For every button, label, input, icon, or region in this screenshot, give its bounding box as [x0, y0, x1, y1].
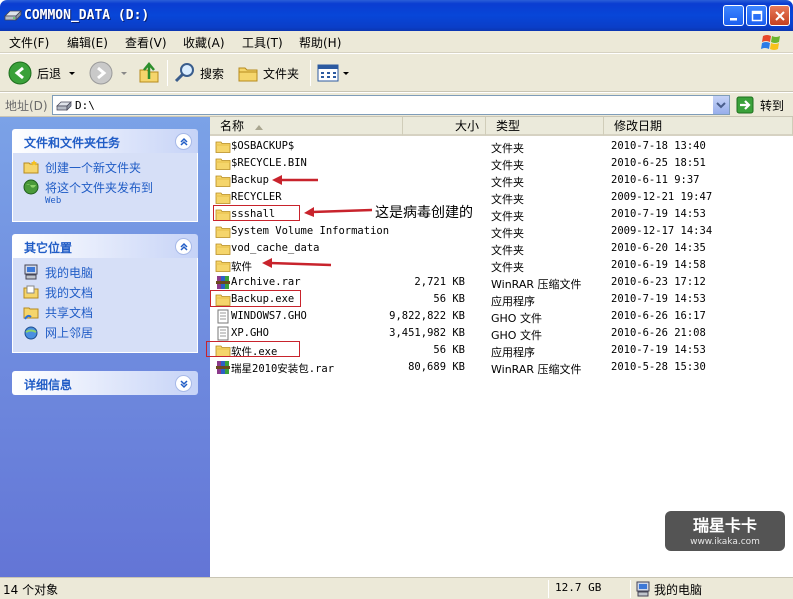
- drive-icon: [56, 101, 72, 111]
- status-size: 12.7 GB: [555, 581, 602, 594]
- maximize-button[interactable]: [746, 5, 767, 26]
- my-documents-link[interactable]: 我的文档: [23, 284, 187, 304]
- svg-text:瑞星卡卡: 瑞星卡卡: [693, 516, 757, 535]
- address-bar: 地址(D) D:\ 转到: [0, 93, 793, 117]
- address-input[interactable]: D:\: [52, 95, 730, 115]
- status-object-count: 14 个对象: [3, 583, 59, 597]
- close-icon: [774, 10, 785, 21]
- documents-folder-icon: [23, 285, 39, 299]
- other-places-panel: 其它位置 我的电脑 我的文档 共享文档 网上邻居: [12, 234, 198, 353]
- ikaka-watermark-logo: 瑞星卡卡 www.ikaka.com: [665, 511, 785, 551]
- chevron-down-icon: [343, 72, 349, 75]
- menu-tools[interactable]: 工具(T): [242, 34, 283, 51]
- title-bar[interactable]: COMMON_DATA (D:): [0, 0, 793, 31]
- search-button[interactable]: 搜索: [173, 59, 224, 87]
- shared-documents-link[interactable]: 共享文档: [23, 304, 187, 324]
- annotation-arrows: [262, 175, 373, 268]
- chevron-down-icon: [121, 72, 127, 75]
- new-folder-link[interactable]: 创建一个新文件夹: [23, 159, 187, 179]
- publish-web-label: 将这个文件夹发布到: [45, 181, 154, 195]
- go-label: 转到: [760, 98, 785, 113]
- status-location: 我的电脑: [654, 583, 703, 597]
- back-arrow-icon: [8, 61, 32, 85]
- chevron-down-icon: [69, 72, 76, 75]
- my-documents-label: 我的文档: [45, 286, 94, 300]
- expand-icon[interactable]: [175, 375, 192, 392]
- forward-button[interactable]: [89, 59, 129, 87]
- file-tasks-header[interactable]: 文件和文件夹任务: [12, 129, 198, 153]
- computer-icon: [636, 581, 650, 597]
- up-folder-icon: [139, 62, 159, 83]
- minimize-icon: [729, 17, 737, 20]
- menu-favorites[interactable]: 收藏(A): [183, 34, 225, 51]
- other-places-header[interactable]: 其它位置: [12, 234, 198, 258]
- shared-folder-icon: [23, 307, 39, 320]
- shared-documents-label: 共享文档: [45, 306, 94, 320]
- chevron-down-icon: [716, 102, 726, 109]
- back-label: 后退: [37, 66, 62, 81]
- details-header[interactable]: 详细信息: [12, 371, 198, 395]
- address-label: 地址(D): [5, 99, 48, 113]
- folders-icon: [238, 67, 258, 82]
- file-tasks-panel: 文件和文件夹任务 创建一个新文件夹 将这个文件夹发布到 Web: [12, 129, 198, 222]
- menu-edit[interactable]: 编辑(E): [67, 34, 108, 51]
- details-panel: 详细信息: [12, 371, 198, 395]
- file-list[interactable]: 名称 大小 类型 修改日期 $OSBACKUP$ 文件夹 2010-7-18 13:…: [206, 117, 793, 577]
- network-places-label: 网上邻居: [45, 326, 94, 340]
- minimize-button[interactable]: [723, 5, 744, 26]
- new-folder-label: 创建一个新文件夹: [45, 161, 142, 175]
- back-button[interactable]: 后退: [8, 59, 77, 87]
- publish-web-link[interactable]: 将这个文件夹发布到 Web: [23, 179, 187, 213]
- publish-web-sub: Web: [45, 196, 62, 206]
- menu-help[interactable]: 帮助(H): [299, 34, 341, 51]
- drive-icon: [4, 10, 22, 21]
- file-tasks-title: 文件和文件夹任务: [24, 136, 121, 150]
- close-button[interactable]: [769, 5, 790, 26]
- globe-icon: [23, 179, 39, 195]
- task-pane: 文件和文件夹任务 创建一个新文件夹 将这个文件夹发布到 Web 其它位置 我的电…: [0, 117, 210, 577]
- window-title: COMMON_DATA (D:): [24, 8, 150, 23]
- search-label: 搜索: [200, 66, 225, 81]
- network-places-link[interactable]: 网上邻居: [23, 324, 187, 344]
- menu-file[interactable]: 文件(F): [9, 34, 49, 51]
- windows-logo-icon: [761, 35, 780, 50]
- collapse-icon[interactable]: [175, 133, 192, 150]
- folders-label: 文件夹: [263, 66, 300, 81]
- svg-text:www.ikaka.com: www.ikaka.com: [690, 537, 760, 547]
- menu-view[interactable]: 查看(V): [125, 34, 167, 51]
- forward-arrow-icon: [89, 61, 113, 85]
- new-folder-icon: [23, 160, 39, 174]
- go-button[interactable]: 转到: [736, 96, 784, 114]
- address-value: D:\: [75, 99, 95, 112]
- up-folder-button[interactable]: [137, 59, 161, 87]
- status-bar: 14 个对象 12.7 GB 我的电脑: [0, 577, 793, 599]
- folders-button[interactable]: 文件夹: [236, 59, 299, 87]
- other-places-title: 其它位置: [24, 241, 73, 255]
- search-icon: [174, 63, 194, 83]
- annotation-text: 这是病毒创建的: [375, 205, 473, 221]
- network-icon: [24, 326, 38, 340]
- my-computer-label: 我的电脑: [45, 266, 94, 280]
- views-button[interactable]: [316, 59, 350, 87]
- maximize-icon: [751, 10, 762, 21]
- details-title: 详细信息: [24, 378, 73, 392]
- go-arrow-icon: [736, 96, 754, 114]
- my-computer-link[interactable]: 我的电脑: [23, 264, 187, 284]
- toolbar: 后退 搜索 文件夹: [0, 54, 793, 92]
- address-dropdown-button[interactable]: [712, 96, 729, 114]
- menu-bar: 文件(F) 编辑(E) 查看(V) 收藏(A) 工具(T) 帮助(H): [0, 31, 793, 53]
- computer-icon: [24, 264, 38, 280]
- views-icon: [317, 64, 339, 82]
- collapse-icon[interactable]: [175, 238, 192, 255]
